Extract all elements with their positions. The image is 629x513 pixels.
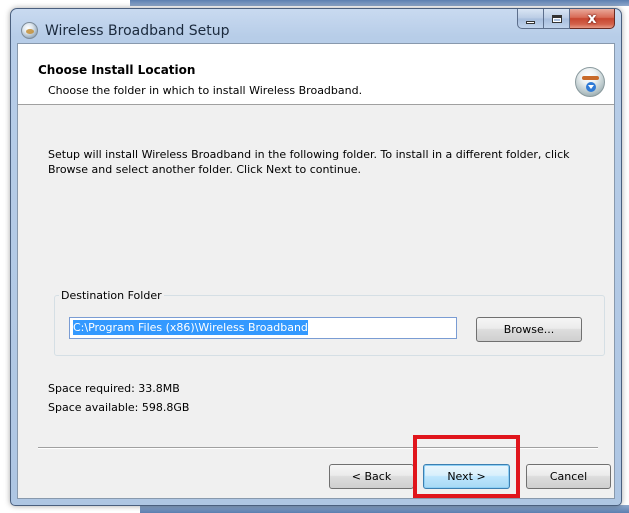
back-button[interactable]: < Back bbox=[329, 464, 414, 489]
maximize-button[interactable] bbox=[544, 9, 570, 29]
install-description: Setup will install Wireless Broadband in… bbox=[48, 148, 570, 176]
minimize-icon bbox=[526, 20, 535, 24]
space-available: Space available: 598.8GB bbox=[48, 401, 190, 414]
setup-window: Wireless Broadband Setup x Choose Instal… bbox=[10, 8, 622, 506]
cancel-button[interactable]: Cancel bbox=[526, 464, 611, 489]
title-bar[interactable]: Wireless Broadband Setup x bbox=[11, 9, 621, 43]
background-window-edge bbox=[140, 505, 629, 513]
space-required: Space required: 33.8MB bbox=[48, 382, 180, 395]
installer-globe-icon bbox=[575, 67, 605, 97]
close-button[interactable]: x bbox=[570, 9, 615, 29]
destination-folder-label: Destination Folder bbox=[59, 289, 164, 302]
destination-folder-input[interactable]: C:\Program Files (x86)\Wireless Broadban… bbox=[69, 317, 457, 339]
browse-button[interactable]: Browse... bbox=[476, 317, 582, 342]
dialog-client-area: Choose Install Location Choose the folde… bbox=[17, 43, 615, 499]
window-title: Wireless Broadband Setup bbox=[45, 23, 230, 39]
page-subtitle: Choose the folder in which to install Wi… bbox=[48, 84, 363, 97]
download-arrow-icon bbox=[586, 82, 596, 92]
maximize-icon bbox=[551, 14, 562, 23]
wizard-header: Choose Install Location Choose the folde… bbox=[18, 44, 614, 105]
page-title: Choose Install Location bbox=[38, 63, 196, 77]
next-button[interactable]: Next > bbox=[423, 464, 510, 489]
footer-separator bbox=[38, 447, 598, 449]
minimize-button[interactable] bbox=[517, 9, 544, 29]
background-window-edge bbox=[130, 0, 629, 6]
app-globe-icon[interactable] bbox=[21, 22, 38, 39]
destination-path-text: C:\Program Files (x86)\Wireless Broadban… bbox=[73, 320, 308, 335]
caption-buttons: x bbox=[517, 9, 615, 30]
globe-band bbox=[582, 76, 599, 80]
close-icon: x bbox=[587, 10, 597, 27]
